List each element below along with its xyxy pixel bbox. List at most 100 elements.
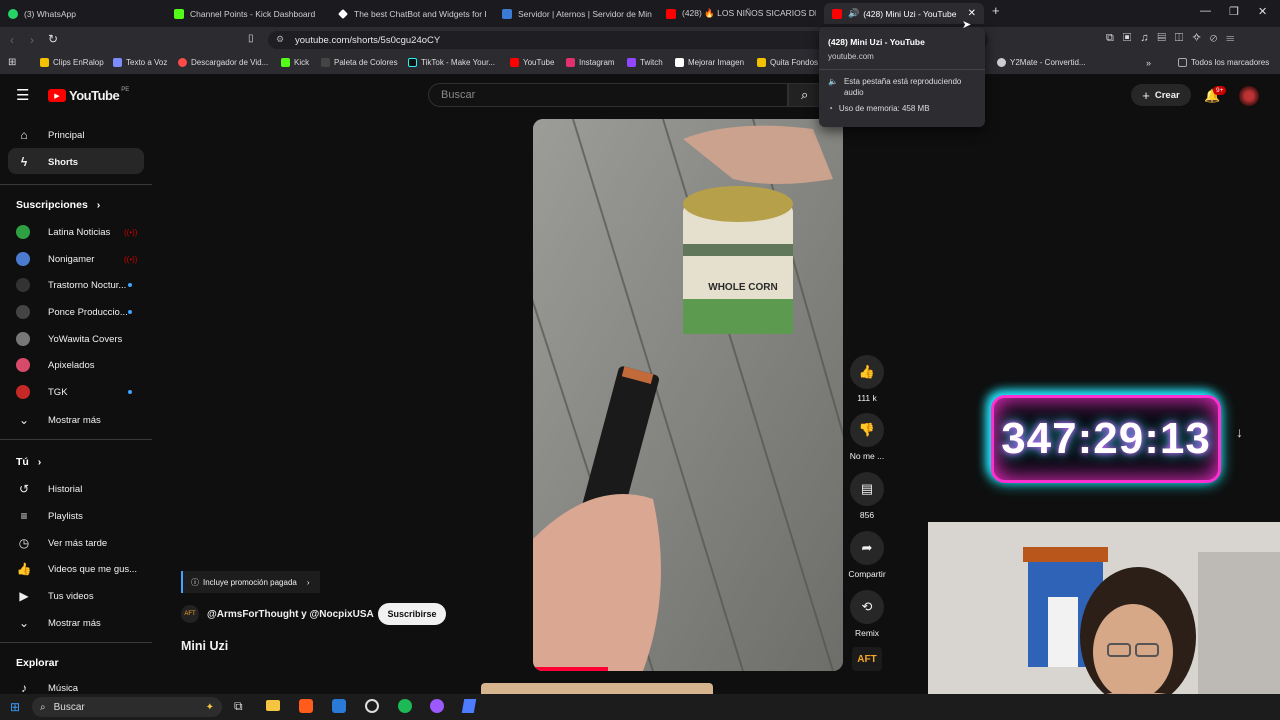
bookmark-icon <box>321 58 330 67</box>
close-window-button[interactable]: ✕ <box>1258 5 1267 18</box>
bookmark-icon <box>113 58 122 67</box>
sidebar-item-watch-later[interactable]: ◷ Ver más tarde <box>16 535 107 551</box>
sidebar-show-more-you[interactable]: ⌄ Mostrar más <box>16 615 101 631</box>
extension-icons[interactable]: ⧉▣♫▤◫✧⊘☰ <box>1106 32 1243 45</box>
next-short-preview[interactable] <box>481 683 713 694</box>
comments-button[interactable]: ▤ 856 <box>846 472 888 520</box>
sidebar-sub-trastorno[interactable]: Trastorno Noctur... <box>16 278 132 292</box>
dislike-button[interactable]: 👎 No me ... <box>846 413 888 461</box>
sidebar-sub-yowawita[interactable]: YoWawita Covers <box>16 332 122 346</box>
you-heading[interactable]: Tú › <box>16 456 41 468</box>
sidebar-item-playlists[interactable]: ≡ Playlists <box>16 508 82 524</box>
search-input[interactable]: Buscar <box>428 83 788 107</box>
sidebar-item-liked[interactable]: 👍 Videos que me gus... <box>16 561 138 577</box>
channel-badge[interactable]: AFT <box>852 647 882 671</box>
sidebar-item-historial[interactable]: ↺ Historial <box>16 481 82 497</box>
channel-avatar <box>16 332 30 346</box>
bookmark-youtube[interactable]: YouTube <box>510 58 554 67</box>
sidebar-sub-apixelados[interactable]: Apixelados <box>16 358 94 372</box>
create-button[interactable]: + Crear <box>1131 84 1191 106</box>
restore-button[interactable]: ❐ <box>1229 5 1239 18</box>
minimize-button[interactable]: — <box>1200 5 1211 17</box>
tiktok-icon <box>408 58 417 67</box>
reload-icon[interactable]: ↻ <box>48 32 58 46</box>
sidebar-item-shorts[interactable]: ϟ Shorts <box>16 154 78 170</box>
like-button[interactable]: 👍 111 k <box>846 355 888 403</box>
short-video-player[interactable]: WHOLE CORN <box>533 119 843 671</box>
sidebar-sub-ponce[interactable]: Ponce Produccio... <box>16 305 132 319</box>
spotify-icon[interactable] <box>398 699 412 713</box>
youtube-logo[interactable]: ▶ YouTube PE <box>48 87 129 103</box>
back-icon[interactable]: ‹ <box>10 33 14 47</box>
play-logo-icon: ▶ <box>48 89 66 102</box>
bookmark-clips-enralop[interactable]: Clips EnRalop <box>40 58 104 67</box>
brave-icon[interactable] <box>299 699 313 713</box>
thumbs-up-icon: 👍 <box>850 355 884 389</box>
site-info-icon[interactable]: ⚙ <box>276 34 284 45</box>
youtube-icon <box>666 8 676 19</box>
hover-card-audio: 🔈 Esta pestaña está reproduciendo audio <box>828 77 962 97</box>
sidebar-item-principal[interactable]: ⌂ Principal <box>16 127 84 143</box>
live-icon: ((•)) <box>124 254 138 264</box>
menu-icon[interactable]: ☰ <box>16 86 29 104</box>
windows-start-icon[interactable]: ⊞ <box>10 700 20 714</box>
taskbar-search[interactable]: ⌕ Buscar ✦ <box>32 697 222 717</box>
tab-chatbot[interactable]: The best ChatBot and Widgets for Ki <box>338 3 486 24</box>
remix-button[interactable]: ⟲ Remix <box>846 590 888 638</box>
share-button[interactable]: ➦ Compartir <box>846 531 888 579</box>
app-icon[interactable] <box>430 699 444 713</box>
bookmark-kick[interactable]: Kick <box>281 58 309 67</box>
sidebar-sub-latina[interactable]: Latina Noticias ((•)) <box>16 225 137 239</box>
tab-aternos[interactable]: Servidor | Aternos | Servidor de Mine <box>502 3 652 24</box>
bookmark-descargador[interactable]: Descargador de Vid... <box>178 58 268 67</box>
tab-mini-uzi[interactable]: 🔊 (428) Mini Uzi - YouTube ✕ <box>824 3 984 24</box>
notification-badge: 9+ <box>1213 86 1227 95</box>
sidebar-show-more-subs[interactable]: ⌄ Mostrar más <box>16 412 101 428</box>
chevron-down-icon: ⌄ <box>18 413 30 427</box>
paid-promotion-notice[interactable]: ⓘ Incluye promoción pagada › <box>181 571 320 593</box>
new-tab-button[interactable]: + <box>992 3 1000 18</box>
channel-names[interactable]: @ArmsForThought y @NocpixUSA <box>207 609 374 620</box>
mouse-cursor-icon: ➤ <box>962 19 972 31</box>
avatar[interactable] <box>1239 86 1259 106</box>
channel-avatar[interactable]: AFT <box>181 605 199 623</box>
bookmark-twitch[interactable]: Twitch <box>627 58 663 67</box>
bookmark-tiktok[interactable]: TikTok - Make Your... <box>408 58 495 67</box>
sidebar-sub-nonigamer[interactable]: Nonigamer ((•)) <box>16 252 137 266</box>
app-icon[interactable] <box>461 699 477 713</box>
task-view-icon[interactable]: ⧉ <box>234 699 243 714</box>
kick-icon <box>174 8 184 19</box>
sidebar-item-your-videos[interactable]: ▶ Tus videos <box>16 588 93 604</box>
store-icon[interactable] <box>332 699 346 713</box>
scroll-down-icon[interactable]: ↓ <box>1236 424 1243 440</box>
video-progress-bar[interactable] <box>533 667 608 671</box>
more-bookmarks-icon[interactable]: » <box>1146 58 1151 68</box>
tab-youtube-sicarios[interactable]: (428) 🔥 LOS NIÑOS SICARIOS DEL C <box>666 3 816 24</box>
youtube-icon <box>832 8 842 19</box>
hover-card-domain: youtube.com <box>828 52 874 61</box>
search-icon: ⌕ <box>801 87 809 102</box>
url-text[interactable]: youtube.com/shorts/5s0cgu24oCY <box>295 35 440 46</box>
apps-grid-icon[interactable]: ⊞ <box>8 57 16 68</box>
forward-icon[interactable]: › <box>30 33 34 47</box>
bookmark-paleta[interactable]: Paleta de Colores <box>321 58 398 67</box>
bookmark-icon <box>757 58 766 67</box>
bookmark-y2mate[interactable]: Y2Mate - Convertid... <box>997 58 1086 67</box>
channel-avatar <box>16 252 30 266</box>
home-icon: ⌂ <box>20 128 28 142</box>
bookmark-icon[interactable]: ▯ <box>248 33 254 44</box>
tab-kick-dashboard[interactable]: Channel Points - Kick Dashboard <box>174 3 334 24</box>
new-content-dot <box>128 283 132 287</box>
bookmark-mejorar-imagen[interactable]: Mejorar Imagen <box>675 58 744 67</box>
sidebar-sub-tgk[interactable]: TGK <box>16 385 132 399</box>
bookmark-texto-a-voz[interactable]: Texto a Voz <box>113 58 167 67</box>
subscribe-button[interactable]: Suscribirse <box>378 603 446 625</box>
tab-whatsapp[interactable]: (3) WhatsApp <box>8 3 168 24</box>
bookmark-instagram[interactable]: Instagram <box>566 58 615 67</box>
obs-icon[interactable] <box>365 699 379 713</box>
bookmark-all[interactable]: Todos los marcadores <box>1178 58 1269 67</box>
bookmark-quita-fondos[interactable]: Quita Fondos <box>757 58 818 67</box>
subscriptions-heading[interactable]: Suscripciones › <box>16 199 100 211</box>
twitch-icon <box>627 58 636 67</box>
file-explorer-icon[interactable] <box>266 700 280 711</box>
